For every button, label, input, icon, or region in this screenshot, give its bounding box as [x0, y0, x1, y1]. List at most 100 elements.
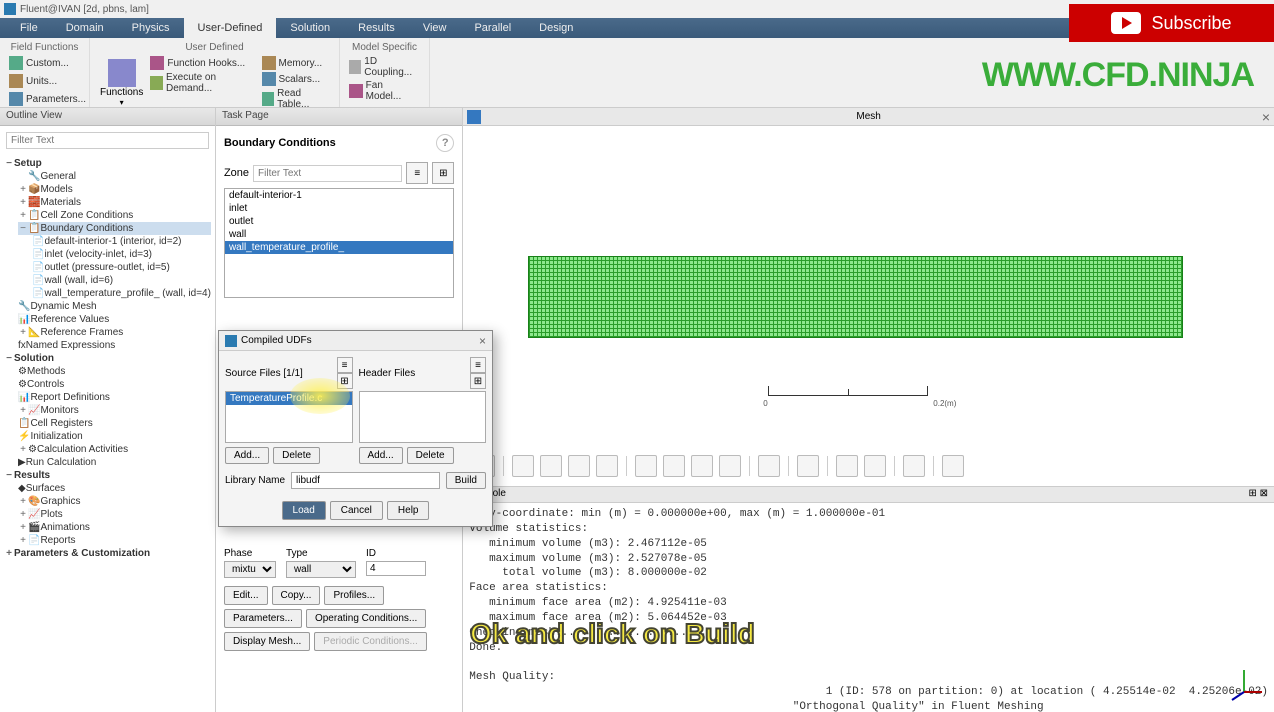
tool-light-icon[interactable] [797, 455, 819, 477]
outline-filter[interactable] [6, 132, 209, 149]
tree-bc-item[interactable]: 📄 outlet (pressure-outlet, id=5) [32, 261, 211, 274]
tree-general[interactable]: 🔧 General [18, 170, 211, 183]
hdr-list[interactable] [359, 391, 487, 443]
copy-button[interactable]: Copy... [272, 586, 321, 605]
hdr-expand-icon[interactable]: ⊞ [470, 373, 486, 389]
tree-reports[interactable]: +📄 Reports [18, 534, 211, 547]
tree-solution[interactable]: −Solution [4, 352, 211, 365]
edit-button[interactable]: Edit... [224, 586, 268, 605]
mesh-canvas[interactable]: 0 0.2(m) [463, 126, 1274, 446]
functions-button[interactable]: Functions▾ [96, 55, 147, 111]
mesh-tab-icon[interactable] [467, 110, 481, 124]
udf-help-button[interactable]: Help [387, 501, 430, 520]
zone-item[interactable]: outlet [225, 215, 453, 228]
tree-controls[interactable]: ⚙ Controls [18, 378, 211, 391]
scalars-button[interactable]: Scalars... [259, 71, 334, 87]
console-text[interactable]: y-coordinate: min (m) = 0.000000e+00, ma… [463, 503, 1274, 712]
tree-models[interactable]: +📦 Models [18, 183, 211, 196]
tool-outline-icon[interactable] [758, 455, 780, 477]
zone-filter[interactable] [253, 165, 402, 182]
src-item[interactable]: TemperatureProfile.c [226, 392, 352, 405]
phase-select[interactable]: mixture [224, 561, 276, 578]
tool-zoomin-icon[interactable] [635, 455, 657, 477]
opcond-button[interactable]: Operating Conditions... [306, 609, 426, 628]
coupling-button[interactable]: 1D Coupling... [346, 55, 423, 79]
tool-rubber-icon[interactable] [540, 455, 562, 477]
tool-target-icon[interactable] [512, 455, 534, 477]
libname-field[interactable] [291, 472, 440, 489]
tab-user-defined[interactable]: User-Defined [184, 18, 277, 38]
tool-copy-icon[interactable] [864, 455, 886, 477]
tree-methods[interactable]: ⚙ Methods [18, 365, 211, 378]
zone-sort-icon[interactable]: ≡ [406, 162, 428, 184]
tree-animations[interactable]: +🎬 Animations [18, 521, 211, 534]
zone-item[interactable]: wall_temperature_profile_ [225, 241, 453, 254]
zone-item[interactable]: default-interior-1 [225, 189, 453, 202]
execute-on-demand-button[interactable]: Execute on Demand... [147, 71, 258, 95]
tree-paramcust[interactable]: +Parameters & Customization [4, 547, 211, 560]
tree-materials[interactable]: +🧱 Materials [18, 196, 211, 209]
type-select[interactable]: wall [286, 561, 356, 578]
tool-annot-icon[interactable] [903, 455, 925, 477]
tool-fit-icon[interactable] [691, 455, 713, 477]
help-icon[interactable]: ? [436, 134, 454, 152]
cancel-button[interactable]: Cancel [330, 501, 383, 520]
tab-parallel[interactable]: Parallel [460, 18, 525, 38]
src-list[interactable]: TemperatureProfile.c [225, 391, 353, 443]
mesh-close-icon[interactable]: × [1262, 109, 1270, 125]
hdr-sort-icon[interactable]: ≡ [470, 357, 486, 373]
tool-play-icon[interactable] [942, 455, 964, 477]
tool-iso-icon[interactable] [836, 455, 858, 477]
tree-results[interactable]: −Results [4, 469, 211, 482]
tree-namedexp[interactable]: fx Named Expressions [18, 339, 211, 352]
tool-print-icon[interactable] [719, 455, 741, 477]
zone-item[interactable]: wall [225, 228, 453, 241]
src-delete-button[interactable]: Delete [273, 447, 320, 464]
custom-button[interactable]: Custom... [6, 55, 89, 71]
src-add-button[interactable]: Add... [225, 447, 269, 464]
fan-model-button[interactable]: Fan Model... [346, 79, 423, 103]
tree-setup[interactable]: −Setup [4, 157, 211, 170]
tree-refvals[interactable]: 📊 Reference Values [18, 313, 211, 326]
tree-cellregs[interactable]: 📋 Cell Registers [18, 417, 211, 430]
zone-expand-icon[interactable]: ⊞ [432, 162, 454, 184]
tab-view[interactable]: View [409, 18, 461, 38]
memory-button[interactable]: Memory... [259, 55, 334, 71]
build-button[interactable]: Build [446, 472, 486, 489]
tool-zoom-icon[interactable] [568, 455, 590, 477]
tab-domain[interactable]: Domain [52, 18, 118, 38]
tool-zoomout-icon[interactable] [663, 455, 685, 477]
tree-bc-item[interactable]: 📄 wall_temperature_profile_ (wall, id=4) [32, 287, 211, 300]
profiles-button[interactable]: Profiles... [324, 586, 384, 605]
subscribe-overlay[interactable]: Subscribe [1069, 4, 1274, 42]
tree-bc[interactable]: −📋 Boundary Conditions [18, 222, 211, 235]
tree-bc-item[interactable]: 📄 wall (wall, id=6) [32, 274, 211, 287]
src-sort-icon[interactable]: ≡ [337, 357, 353, 373]
tree-monitors[interactable]: +📈 Monitors [18, 404, 211, 417]
hdr-add-button[interactable]: Add... [359, 447, 403, 464]
zone-list[interactable]: default-interior-1 inlet outlet wall wal… [224, 188, 454, 298]
tree-calcact[interactable]: +⚙ Calculation Activities [18, 443, 211, 456]
tree-reportdefs[interactable]: 📊 Report Definitions [18, 391, 211, 404]
zone-item[interactable]: inlet [225, 202, 453, 215]
bc-parameters-button[interactable]: Parameters... [224, 609, 302, 628]
tab-physics[interactable]: Physics [118, 18, 184, 38]
tree-init[interactable]: ⚡ Initialization [18, 430, 211, 443]
tab-design[interactable]: Design [525, 18, 587, 38]
close-icon[interactable]: × [479, 334, 486, 348]
tree-runcalc[interactable]: ▶ Run Calculation [18, 456, 211, 469]
hdr-delete-button[interactable]: Delete [407, 447, 454, 464]
units-button[interactable]: Units... [6, 73, 89, 89]
tab-solution[interactable]: Solution [276, 18, 344, 38]
parameters-button[interactable]: Parameters... [6, 91, 89, 107]
outline-tree[interactable]: −Setup 🔧 General +📦 Models +🧱 Materials … [0, 155, 215, 712]
tree-surfaces[interactable]: ◆ Surfaces [18, 482, 211, 495]
tool-clip-icon[interactable] [596, 455, 618, 477]
tree-czc[interactable]: +📋 Cell Zone Conditions [18, 209, 211, 222]
function-hooks-button[interactable]: Function Hooks... [147, 55, 258, 71]
load-button[interactable]: Load [282, 501, 326, 520]
tree-graphics[interactable]: +🎨 Graphics [18, 495, 211, 508]
tree-refframes[interactable]: +📐 Reference Frames [18, 326, 211, 339]
tree-dynmesh[interactable]: 🔧 Dynamic Mesh [18, 300, 211, 313]
tree-plots[interactable]: +📈 Plots [18, 508, 211, 521]
